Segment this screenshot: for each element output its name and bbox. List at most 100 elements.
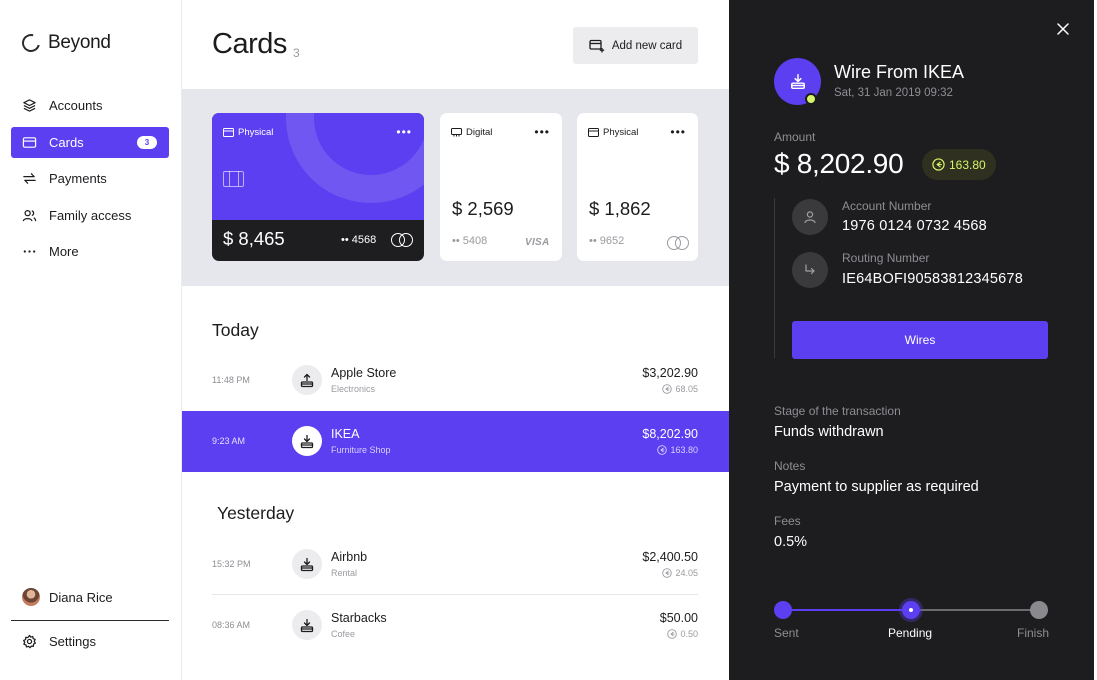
more-dots-icon [22, 244, 37, 259]
transaction-row[interactable]: 11:48 PM Apple Store Electronics $3,202.… [182, 350, 729, 411]
chip-icon [223, 171, 244, 187]
tx-amount: $8,202.90 [642, 427, 698, 441]
tx-category: Rental [331, 568, 358, 578]
tx-points-value: 0.50 [680, 629, 698, 639]
stage-value: Funds withdrawn [774, 424, 884, 440]
card-icon [588, 128, 599, 137]
wires-button[interactable]: Wires [792, 321, 1048, 359]
progress-track-done [783, 609, 911, 611]
account-number: 1976 0124 0732 4568 [842, 218, 987, 234]
transaction-row[interactable]: 15:32 PM Airbnb Rental $2,400.50 24.05 [182, 534, 729, 595]
tx-points-value: 24.05 [675, 568, 698, 578]
card-menu-icon[interactable]: ••• [670, 125, 686, 139]
mastercard-icon [667, 236, 689, 250]
tx-points-value: 68.05 [675, 384, 698, 394]
brand-logo[interactable]: Beyond [18, 30, 111, 56]
sidebar-item-payments[interactable]: Payments [11, 163, 169, 194]
notes-value: Payment to supplier as required [774, 479, 979, 495]
card-last4: •• 4568 [341, 234, 377, 246]
points-icon [667, 629, 678, 639]
sidebar-item-label: Family access [49, 207, 132, 223]
user-name: Diana Rice [49, 589, 113, 605]
tx-time: 08:36 AM [212, 620, 251, 630]
card-icon [223, 128, 234, 137]
step-finish-label: Finish [1017, 626, 1050, 640]
fees-label: Fees [774, 514, 801, 528]
points-icon [657, 445, 668, 455]
close-icon[interactable] [1055, 21, 1071, 37]
fees-value: 0.5% [774, 534, 808, 550]
sidebar-item-cards[interactable]: Cards 3 [11, 126, 169, 158]
sidebar-nav: Accounts Cards 3 Payments Family access [11, 90, 169, 273]
tx-category: Electronics [331, 384, 376, 394]
routing-arrow-icon [792, 252, 828, 288]
tx-amount: $50.00 [659, 611, 698, 625]
digital-card-icon [451, 128, 462, 137]
download-tray-icon [292, 549, 322, 579]
avatar [22, 588, 40, 606]
step-sent-label: Sent [774, 626, 799, 640]
tx-time: 15:32 PM [212, 559, 251, 569]
step-pending-center [909, 608, 913, 612]
upload-tray-icon [292, 365, 322, 395]
logo-icon [18, 30, 44, 56]
tx-category: Furniture Shop [331, 445, 391, 455]
card-face: Physical ••• [212, 113, 424, 220]
tx-merchant: IKEA [331, 427, 360, 441]
tx-amount: $3,202.90 [642, 366, 698, 380]
progress-track-pending [911, 609, 1039, 611]
users-icon [22, 208, 37, 223]
transaction-row-selected[interactable]: 9:23 AM IKEA Furniture Shop $8,202.90 16… [182, 411, 729, 472]
step-finish-dot [1030, 601, 1048, 619]
transaction-row[interactable]: 08:36 AM Starbacks Cofee $50.00 0.50 [182, 595, 729, 656]
card-physical-4568[interactable]: Physical ••• $ 8,465 •• 4568 [212, 113, 424, 261]
transfer-arrows-icon [22, 171, 37, 186]
layers-icon [22, 98, 37, 113]
card-type-label: Physical [238, 127, 274, 138]
amount-label: Amount [774, 130, 816, 144]
user-profile[interactable]: Diana Rice [22, 588, 113, 606]
download-tray-icon [292, 426, 322, 456]
sidebar-divider [11, 620, 169, 621]
download-tray-icon [292, 610, 322, 640]
card-type-label: Physical [603, 127, 639, 138]
card-balance: $ 8,465 [223, 228, 285, 249]
sidebar-item-more[interactable]: More [11, 236, 169, 267]
card-last4: •• 5408 [452, 235, 488, 247]
tx-time: 9:23 AM [212, 436, 246, 446]
sidebar-item-family-access[interactable]: Family access [11, 200, 169, 231]
card-count: 3 [293, 46, 300, 60]
person-icon [792, 199, 828, 235]
points-icon [932, 158, 945, 171]
card-balance: $ 2,569 [452, 198, 514, 219]
add-card-button[interactable]: Add new card [573, 27, 698, 64]
step-pending-label: Pending [888, 626, 933, 640]
card-digital-5408[interactable]: Digital ••• $ 2,569 •• 5408 VISA [440, 113, 562, 261]
card-menu-icon[interactable]: ••• [396, 125, 412, 139]
detail-amount: $ 8,202.90 [774, 148, 904, 179]
tx-points: 24.05 [662, 568, 698, 578]
mastercard-icon [391, 233, 413, 247]
settings-link[interactable]: Settings [22, 634, 96, 649]
card-type: Physical [223, 127, 273, 138]
timeline-line [774, 198, 775, 358]
card-menu-icon[interactable]: ••• [534, 125, 550, 139]
points-icon [662, 384, 673, 394]
cards-carousel: Physical ••• $ 8,465 •• 4568 Digital •••… [182, 89, 729, 286]
section-today: Today [212, 320, 259, 340]
card-last4: •• 9652 [589, 235, 625, 247]
sidebar-item-accounts[interactable]: Accounts [11, 90, 169, 121]
visa-logo: VISA [525, 237, 550, 248]
tx-amount: $2,400.50 [642, 550, 698, 564]
gear-icon [22, 634, 37, 649]
detail-title: Wire From IKEA [834, 62, 965, 82]
card-physical-9652[interactable]: Physical ••• $ 1,862 •• 9652 [577, 113, 698, 261]
points-badge: 163.80 [922, 149, 996, 180]
tx-merchant: Starbacks [331, 611, 387, 625]
sidebar-item-label: Payments [49, 171, 107, 186]
routing-number-label: Routing Number [842, 251, 930, 265]
sidebar-item-label: Accounts [49, 98, 103, 113]
tx-merchant: Airbnb [331, 550, 368, 564]
tx-points: 0.50 [667, 629, 698, 639]
card-type: Physical [588, 127, 638, 138]
